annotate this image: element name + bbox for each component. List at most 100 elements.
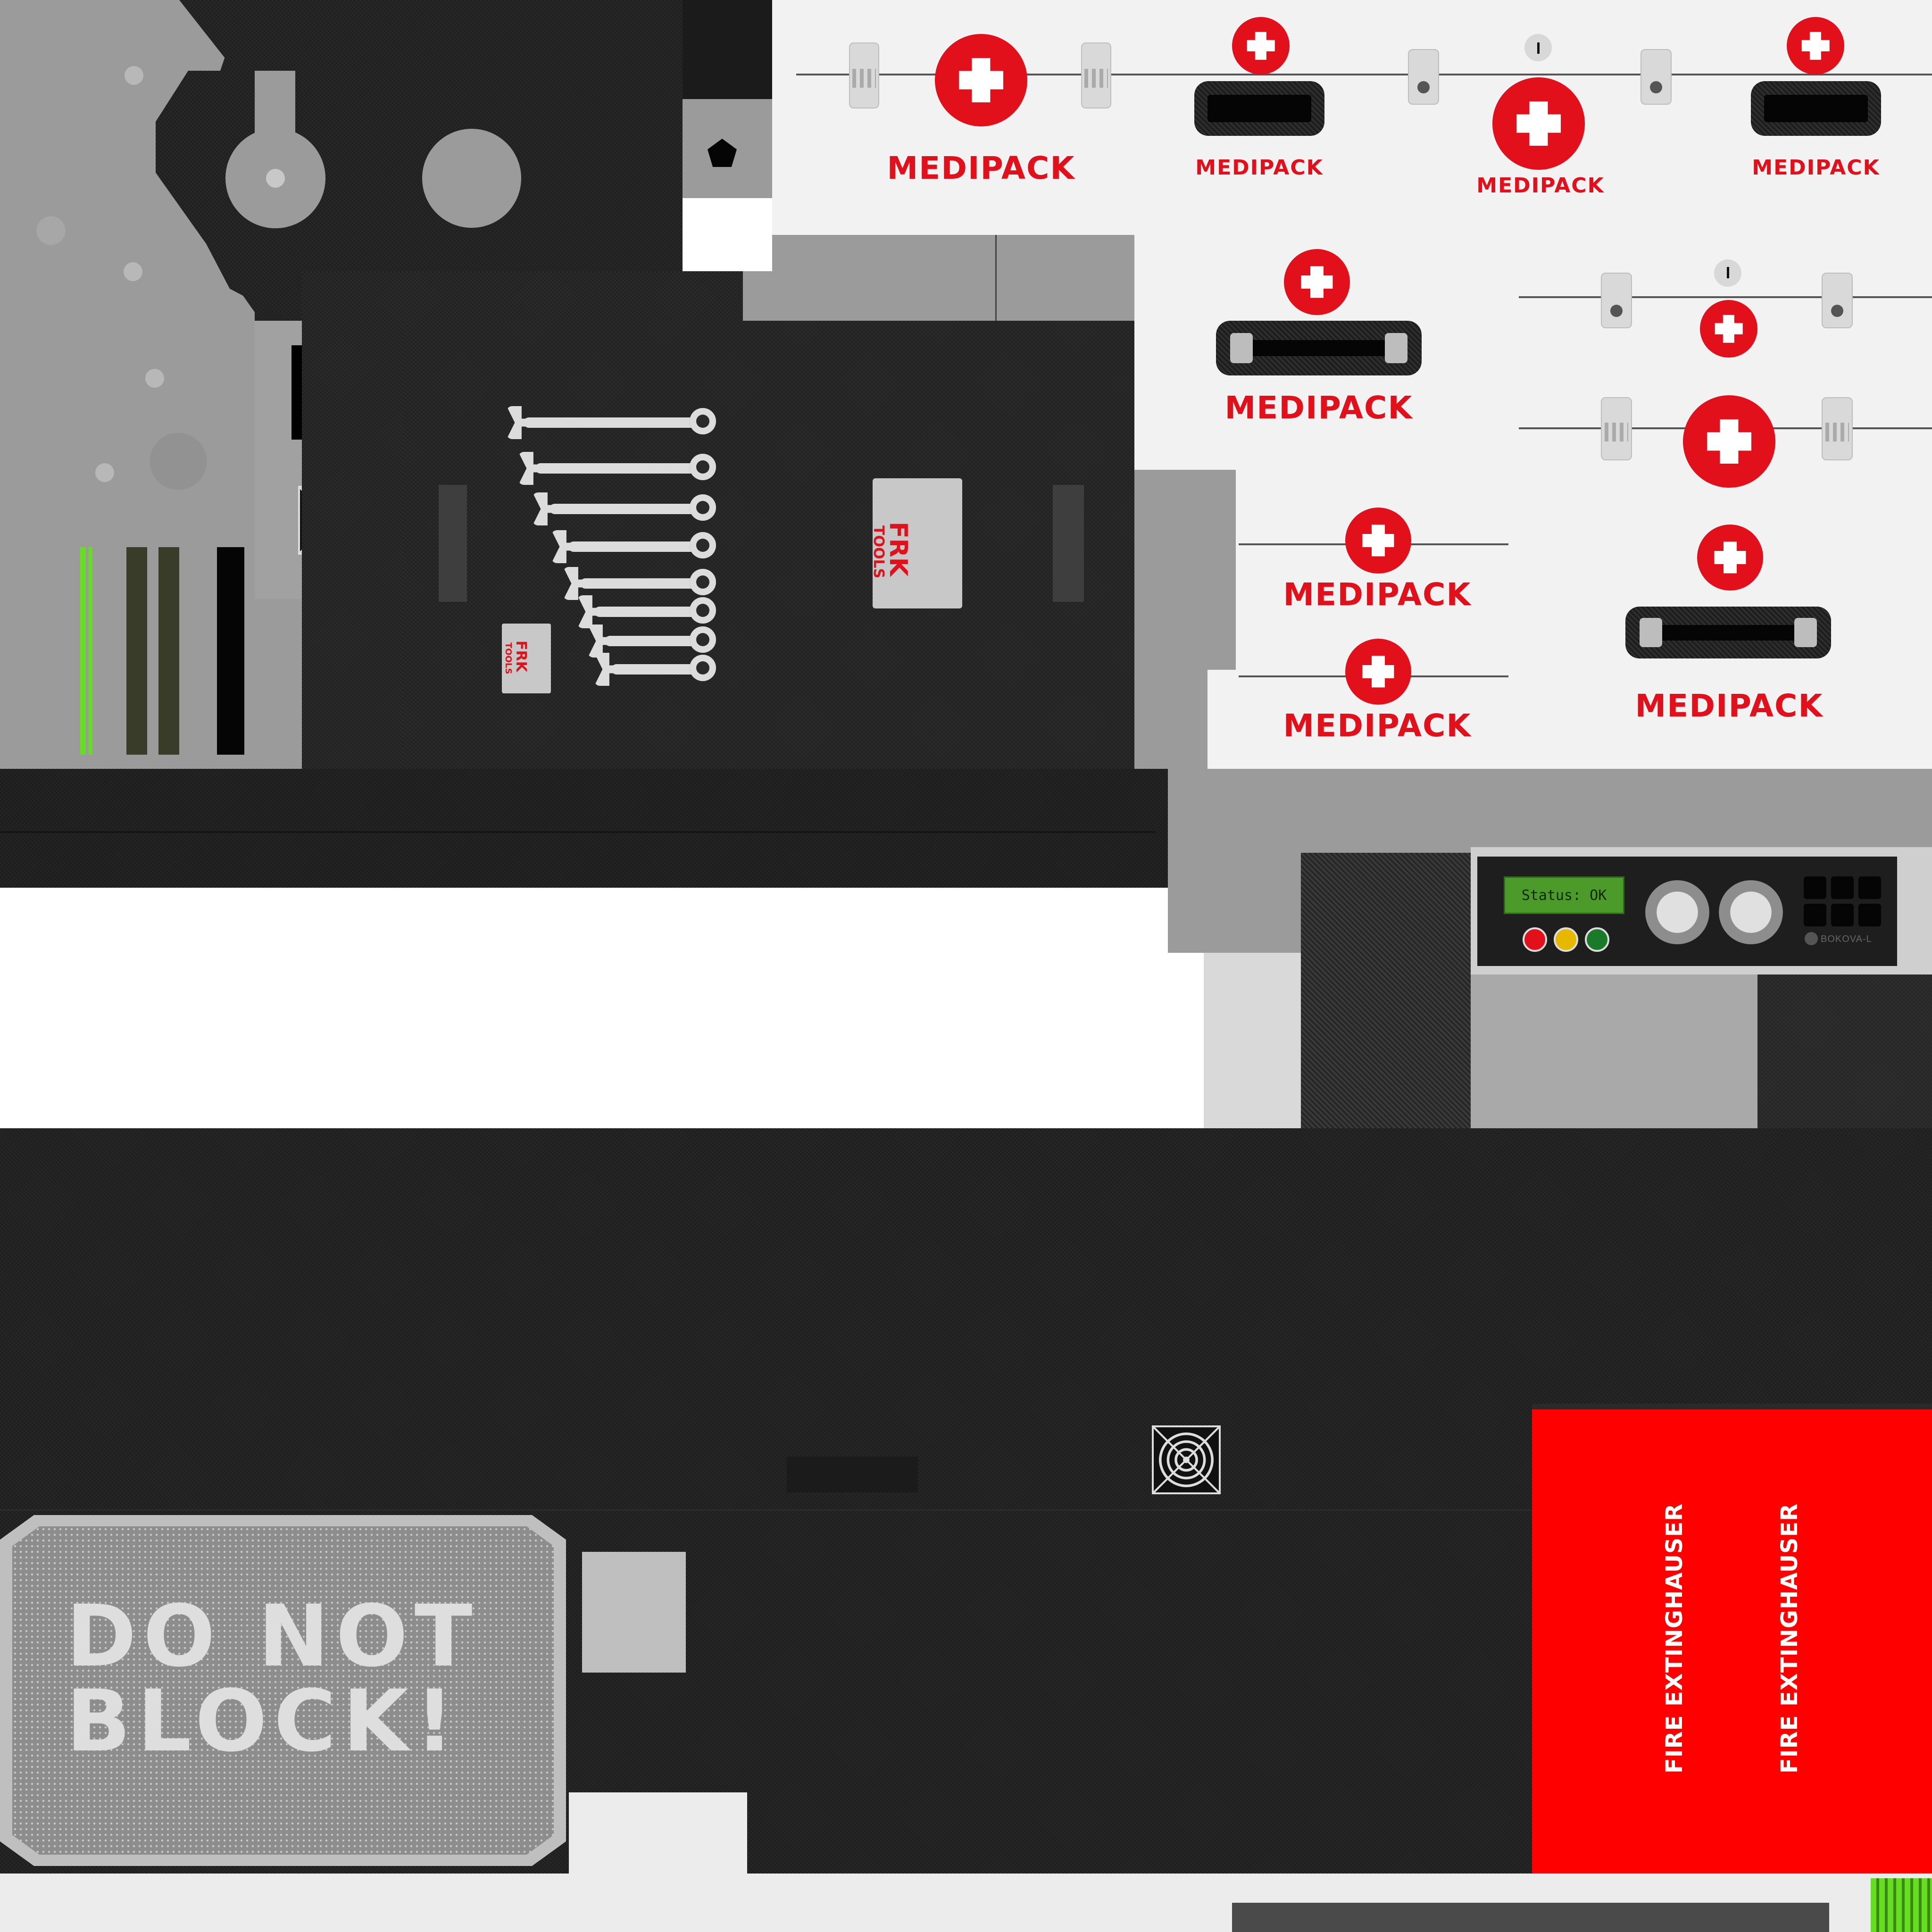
yellow-light <box>1554 927 1578 952</box>
rivet <box>95 463 114 482</box>
band-line <box>0 831 1156 833</box>
brand-text: BOKOVA-L <box>1821 934 1872 944</box>
wire <box>1519 296 1932 298</box>
cross-icon <box>1700 300 1757 358</box>
wrench-icon <box>535 454 716 480</box>
cross-icon <box>1697 525 1763 591</box>
wrench-icon <box>594 597 716 624</box>
fire-panel <box>1532 1409 1932 1874</box>
knob[interactable] <box>1645 880 1709 944</box>
clip <box>1408 49 1439 105</box>
cross-icon <box>935 34 1027 126</box>
fire-label-1: FIRE EXTINGHAUSER <box>1661 1503 1688 1774</box>
cross-icon <box>1345 639 1411 705</box>
rivet <box>145 369 164 388</box>
floor-line <box>0 1509 1533 1511</box>
clip <box>1822 397 1853 460</box>
wrench-icon <box>550 494 716 521</box>
keypad-button[interactable] <box>1831 876 1854 899</box>
rivet <box>124 262 142 281</box>
tool-board-main <box>403 321 1134 769</box>
control-panel: Status: OK BOKOVA-L <box>1477 857 1897 966</box>
green-light <box>1585 927 1609 952</box>
cross-icon <box>1345 508 1411 574</box>
cross-icon <box>1683 395 1775 488</box>
medipack-handle <box>1751 81 1881 136</box>
dark-slot <box>787 1457 918 1492</box>
clip <box>1641 49 1672 105</box>
tools-logo-sub: TOOLS <box>870 525 887 579</box>
medipack-label: MEDIPACK <box>1195 156 1324 180</box>
white-block <box>569 1792 747 1874</box>
black-stripe <box>217 547 244 755</box>
tools-logo-sub: TOOLS <box>503 642 513 675</box>
medipack-handle <box>1194 81 1324 136</box>
fire-panel-top-strip <box>1532 1404 1932 1409</box>
medipack-label: MEDIPACK <box>1752 156 1880 180</box>
dark-band <box>0 769 1168 888</box>
status-display: Status: OK <box>1504 876 1624 914</box>
medipack-sheet-notch <box>1208 670 1236 769</box>
medipack-handle <box>1625 607 1831 658</box>
concrete-strip-top <box>743 235 1134 321</box>
green-bars <box>1871 1878 1932 1932</box>
cross-icon <box>1284 249 1350 315</box>
red-light <box>1523 927 1547 952</box>
wrench-icon <box>580 569 716 595</box>
divider-line <box>995 229 997 321</box>
olive-stripe <box>126 547 147 755</box>
medipack-label: MEDIPACK <box>1635 688 1824 724</box>
medipack-label: MEDIPACK <box>1283 708 1472 744</box>
tools-logo-small: FRK TOOLS <box>502 624 551 693</box>
keypad-button[interactable] <box>1858 904 1881 926</box>
white-area <box>0 888 1204 1128</box>
clip <box>849 42 879 108</box>
wrench-icon <box>605 626 716 653</box>
wrench-icon <box>524 408 716 434</box>
wrench-icon <box>611 655 716 681</box>
cross-icon <box>1232 17 1290 75</box>
fan-grille-icon <box>1152 1425 1221 1494</box>
clip <box>1081 42 1111 108</box>
medipack-label: MEDIPACK <box>1283 576 1472 613</box>
keypad-button[interactable] <box>1831 904 1854 926</box>
medipack-label: MEDIPACK <box>1476 174 1605 198</box>
rivet <box>125 66 143 85</box>
keypad-button[interactable] <box>1804 904 1826 926</box>
indicator-mark <box>1537 42 1540 54</box>
keypad-button[interactable] <box>1804 876 1826 899</box>
wrench-icon <box>568 532 716 558</box>
green-stripe-thin <box>89 547 92 755</box>
bottom-concrete <box>1232 1903 1829 1932</box>
white-gap <box>683 198 772 271</box>
medipack-label: MEDIPACK <box>887 150 1075 186</box>
fire-label-2: FIRE EXTINGHAUSER <box>1776 1503 1803 1774</box>
olive-stripe <box>158 547 179 755</box>
light-grey-block <box>1204 953 1301 1128</box>
slot <box>1053 485 1084 602</box>
round-disc <box>422 129 521 228</box>
medipack-handle <box>1216 321 1422 375</box>
status-text: Status: OK <box>1521 887 1607 904</box>
keypad-button[interactable] <box>1858 876 1881 899</box>
slot <box>439 485 467 602</box>
tools-logo-brand: FRK <box>513 641 529 672</box>
indicator-mark <box>1727 267 1729 278</box>
green-stripe <box>80 547 86 755</box>
medipack-label: MEDIPACK <box>1224 390 1413 426</box>
keyhole-dot <box>266 169 285 188</box>
knob[interactable] <box>1719 880 1783 944</box>
concrete-light <box>1471 974 1757 1137</box>
grey-square <box>582 1552 686 1673</box>
keyhole-stem <box>255 71 295 137</box>
tools-logo-brand: FRK <box>884 522 912 576</box>
warning-line-1: DO NOT <box>66 1587 479 1686</box>
clip <box>1822 273 1853 328</box>
brand-logo-icon <box>1805 932 1818 945</box>
cross-icon <box>1492 77 1585 170</box>
black-band <box>683 0 772 99</box>
tools-logo-large: FRK TOOLS <box>870 478 962 608</box>
carbon-panel <box>1301 853 1471 1137</box>
cross-icon <box>1787 17 1844 75</box>
clip <box>1601 397 1632 460</box>
